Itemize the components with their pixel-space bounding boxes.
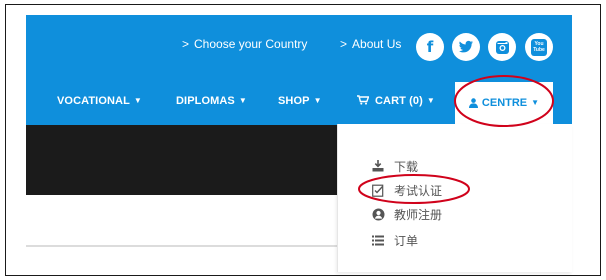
list-icon — [370, 233, 386, 247]
caret-down-icon: ▼ — [426, 96, 435, 105]
nav-vocational-label: VOCATIONAL — [57, 95, 130, 107]
centre-dropdown-menu: 下载 考试认证 教师注册 订单 — [337, 124, 572, 272]
menu-item-teacher-registration[interactable]: 教师注册 — [370, 206, 442, 222]
nav-shop[interactable]: SHOP ▼ — [278, 95, 322, 107]
caret-down-icon: ▼ — [238, 96, 247, 105]
caret-down-icon: ▼ — [313, 96, 322, 105]
choose-country-link[interactable]: > Choose your Country — [182, 37, 307, 51]
nav-centre[interactable]: CENTRE ▼ — [455, 82, 553, 124]
chevron-right-icon: > — [182, 37, 190, 51]
nav-centre-label: CENTRE — [481, 97, 528, 109]
cart-icon — [357, 95, 369, 105]
nav-diplomas-label: DIPLOMAS — [176, 95, 235, 107]
instagram-camera-icon — [495, 40, 509, 54]
caret-down-icon: ▼ — [531, 97, 540, 107]
download-icon — [370, 159, 386, 173]
choose-country-label: Choose your Country — [194, 37, 308, 51]
facebook-glyph: f — [426, 38, 434, 56]
chevron-right-icon: > — [340, 37, 348, 51]
twitter-icon[interactable] — [452, 33, 480, 61]
youtube-glyph: You Tube — [531, 38, 547, 56]
user-icon — [468, 98, 478, 108]
about-us-link[interactable]: > About Us — [340, 37, 401, 51]
checklist-icon — [370, 183, 386, 197]
divider — [26, 245, 338, 247]
menu-item-exam-certification[interactable]: 考试认证 — [370, 182, 442, 198]
facebook-icon[interactable]: f — [416, 33, 444, 61]
twitter-bird-icon — [459, 40, 473, 53]
menu-item-label: 订单 — [394, 233, 419, 248]
menu-item-label: 教师注册 — [394, 207, 443, 222]
nav-cart[interactable]: CART (0) ▼ — [357, 95, 435, 107]
nav-diplomas[interactable]: DIPLOMAS ▼ — [176, 95, 247, 107]
about-us-label: About Us — [352, 37, 402, 51]
instagram-icon[interactable] — [488, 33, 516, 61]
user-circle-icon — [370, 207, 386, 221]
menu-item-order[interactable]: 订单 — [370, 232, 418, 248]
menu-item-label: 考试认证 — [394, 183, 443, 198]
nav-shop-label: SHOP — [278, 95, 310, 107]
menu-item-label: 下载 — [394, 159, 419, 174]
menu-item-download[interactable]: 下载 — [370, 158, 418, 174]
nav-vocational[interactable]: VOCATIONAL ▼ — [57, 95, 142, 107]
nav-cart-label: CART (0) — [375, 95, 423, 107]
youtube-icon[interactable]: You Tube — [525, 33, 553, 61]
caret-down-icon: ▼ — [133, 96, 142, 105]
